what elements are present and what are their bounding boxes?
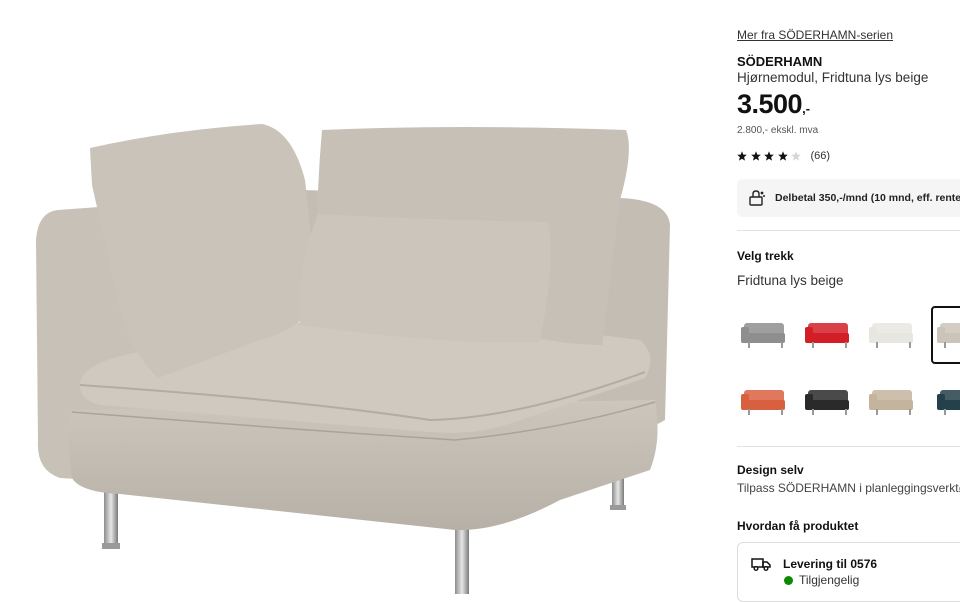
delivery-option[interactable]: Levering til 0576 Tilgjengelig <box>737 542 960 602</box>
swatch-sofa-icon <box>937 323 960 348</box>
delivery-section-title: Hvordan få produktet <box>737 519 859 533</box>
swatch-sofa-icon <box>741 323 785 348</box>
cover-swatch-red[interactable] <box>799 306 857 364</box>
swatch-sofa-icon <box>869 323 913 348</box>
divider <box>737 446 960 447</box>
product-image[interactable] <box>0 0 700 594</box>
design-section-title: Design selv <box>737 463 804 477</box>
cover-swatch-grey[interactable] <box>735 306 793 364</box>
swatch-sofa-icon <box>869 390 913 415</box>
swatch-sofa-icon <box>937 390 960 415</box>
cover-swatch-beige[interactable] <box>863 373 921 431</box>
cover-swatch-black[interactable] <box>799 373 857 431</box>
truck-icon <box>751 558 771 571</box>
selected-cover-name: Fridtuna lys beige <box>737 273 844 288</box>
price-suffix: ,- <box>802 101 811 116</box>
installment-icon <box>749 190 765 206</box>
swatch-sofa-icon <box>805 323 849 348</box>
price-main: 3.500 <box>737 89 803 119</box>
cover-swatch-orange[interactable] <box>735 373 793 431</box>
design-tool-link[interactable]: Tilpass SÖDERHAMN i planleggingsverktøy <box>737 481 960 495</box>
swatch-sofa-icon <box>805 390 849 415</box>
divider <box>737 230 960 231</box>
cover-section-title: Velg trekk <box>737 249 794 263</box>
price-ex-vat: 2.800,- ekskl. mva <box>737 125 819 136</box>
cover-swatch-light-beige[interactable] <box>931 306 960 364</box>
product-price: 3.500,- <box>737 89 810 120</box>
cover-swatch-dark-teal[interactable] <box>931 373 960 431</box>
product-brand: SÖDERHAMN <box>737 54 823 69</box>
availability-dot-icon <box>784 576 793 585</box>
product-info-panel: Mer fra SÖDERHAMN-serien SÖDERHAMN Hjørn… <box>735 0 960 602</box>
installment-banner[interactable]: Delbetal 350,-/mnd (10 mnd, eff. rente <box>737 179 960 217</box>
rating[interactable]: (66) <box>737 150 830 162</box>
star-icon <box>791 151 801 161</box>
series-link[interactable]: Mer fra SÖDERHAMN-serien <box>737 28 893 42</box>
product-description: Hjørnemodul, Fridtuna lys beige <box>737 70 929 85</box>
star-icon <box>750 151 761 161</box>
installment-text: Delbetal 350,-/mnd (10 mnd, eff. rente <box>775 192 960 204</box>
swatch-sofa-icon <box>741 390 785 415</box>
cover-swatch-white[interactable] <box>863 306 921 364</box>
delivery-title: Levering til 0576 <box>783 557 878 571</box>
star-icon <box>777 151 788 161</box>
star-icon <box>764 151 774 161</box>
delivery-status: Tilgjengelig <box>799 573 860 587</box>
star-icon <box>737 151 747 161</box>
rating-count: (66) <box>810 150 831 162</box>
